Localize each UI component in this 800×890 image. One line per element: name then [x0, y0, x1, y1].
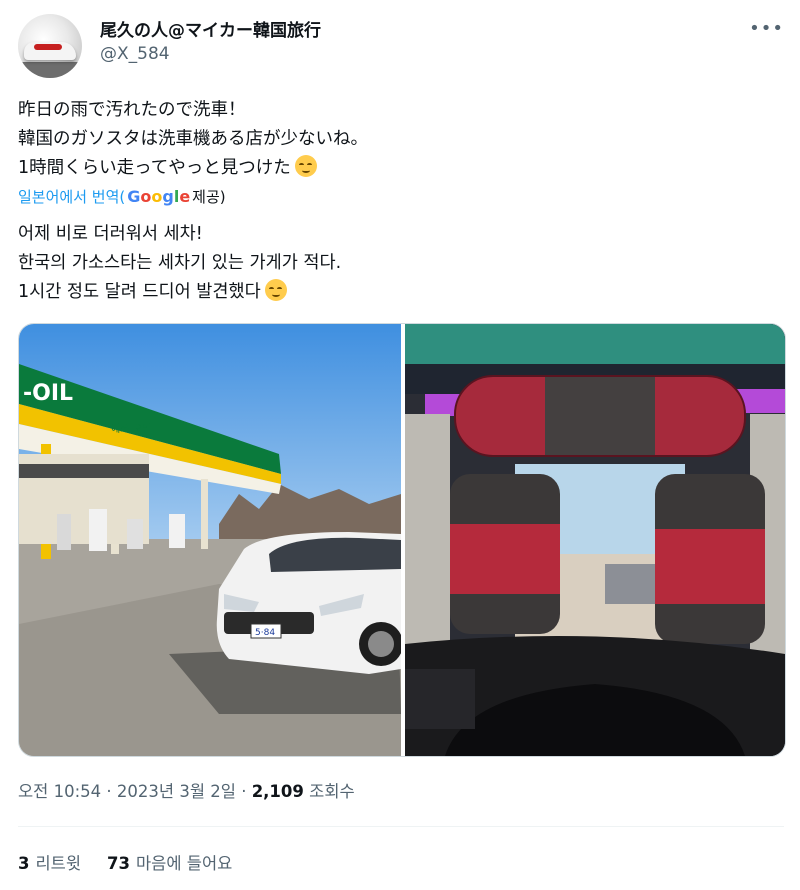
user-handle[interactable]: @X_584	[100, 44, 170, 64]
gas-station-image: -OIL 에쓰-오일 5·84	[19, 324, 401, 756]
tweet-meta: 오전 10:54 · 2023년 3월 2일 · 2,109 조회수	[18, 778, 355, 802]
translate-prefix: 일본어에서 번역(	[18, 188, 126, 206]
translation-attribution[interactable]: 일본어에서 번역( Google 제공)	[18, 186, 226, 207]
meta-separator: ·	[241, 782, 247, 801]
retweets-label: 리트윗	[35, 854, 82, 873]
likes-count: 73	[107, 854, 130, 873]
relieved-face-emoji-icon	[294, 155, 317, 177]
canopy-text: 에쓰-오일	[111, 423, 151, 435]
car-wash-image	[405, 324, 785, 756]
translated-body: 어제 비로 더러워서 세차! 한국의 가소스타는 세차기 있는 가게가 적다. …	[18, 224, 342, 302]
translated-text: 어제 비로 더러워서 세차! 한국의 가소스타는 세차기 있는 가게가 적다. …	[18, 220, 778, 307]
avatar[interactable]	[18, 14, 82, 78]
tweet-media[interactable]: -OIL 에쓰-오일 5·84	[18, 323, 786, 757]
soil-sign-text: -OIL	[23, 381, 73, 406]
views-count: 2,109	[251, 782, 304, 801]
google-logo: Google	[127, 187, 191, 206]
tweet-stats: 3 리트윗 73 마음에 들어요	[18, 850, 232, 874]
retweets-stat[interactable]: 3 리트윗	[18, 850, 81, 874]
meta-separator: ·	[106, 782, 112, 801]
likes-stat[interactable]: 73 마음에 들어요	[107, 850, 232, 874]
translate-suffix: 제공)	[192, 188, 226, 206]
divider	[18, 826, 784, 827]
more-options-icon[interactable]: •••	[749, 18, 784, 39]
likes-label: 마음에 들어요	[136, 854, 233, 873]
views-label: 조회수	[309, 782, 355, 801]
photo-car-wash[interactable]	[405, 324, 785, 756]
relieved-face-emoji-icon	[264, 279, 287, 301]
license-plate-text: 5·84	[255, 628, 275, 638]
retweets-count: 3	[18, 854, 30, 873]
display-name[interactable]: 尾久の人@マイカー韓国旅行	[100, 16, 321, 41]
photo-gas-station[interactable]: -OIL 에쓰-오일 5·84	[19, 324, 401, 756]
tweet-time[interactable]: 오전 10:54	[18, 782, 101, 801]
tweet-date[interactable]: 2023년 3월 2일	[117, 782, 236, 801]
tweet-text: 昨日の雨で汚れたので洗車！ 韓国のガソスタは洗車機ある店が少ないね。 1時間くら…	[18, 96, 778, 183]
tweet-header: 尾久の人@マイカー韓国旅行 @X_584 •••	[18, 10, 788, 80]
